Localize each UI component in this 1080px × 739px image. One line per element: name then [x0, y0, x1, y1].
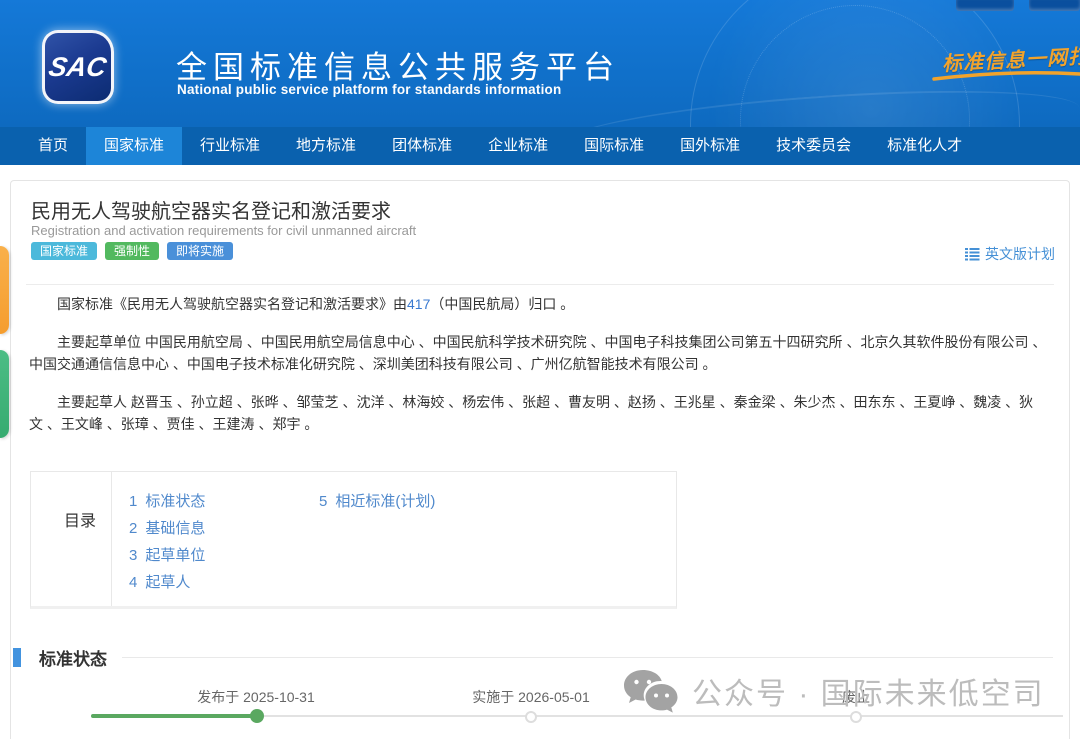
- nav-item-local-standards[interactable]: 地方标准: [278, 127, 374, 165]
- nav-item-enterprise-standards[interactable]: 企业标准: [470, 127, 566, 165]
- toc-item-standard-status[interactable]: 1 标准状态: [129, 488, 319, 515]
- nav-item-national-standards[interactable]: 国家标准: [86, 127, 182, 165]
- paragraph-drafting-units: 主要起草单位 中国民用航空局 、中国民用航空局信息中心 、中国民航科学技术研究院…: [29, 331, 1047, 375]
- floating-widget-orange[interactable]: [0, 246, 9, 334]
- nav-item-home[interactable]: 首页: [20, 127, 86, 165]
- status-section-title: 标准状态: [39, 645, 107, 670]
- nav-item-technical-committee[interactable]: 技术委员会: [758, 127, 869, 165]
- site-title: 全国标准信息公共服务平台: [176, 42, 620, 87]
- paragraph1-prefix: 国家标准《民用无人驾驶航空器实名登记和激活要求》由: [57, 296, 407, 312]
- timeline-point-published: [250, 709, 264, 723]
- nav-item-foreign-standards[interactable]: 国外标准: [662, 127, 758, 165]
- toc-item-drafters[interactable]: 4 起草人: [129, 569, 319, 596]
- timeline-point-abolished: [850, 711, 862, 723]
- tag-upcoming: 即将实施: [167, 242, 233, 260]
- tag-mandatory: 强制性: [105, 242, 159, 260]
- tc-417-link[interactable]: 417: [407, 296, 430, 312]
- tag-row: 国家标准 强制性 即将实施: [31, 242, 233, 260]
- timeline-label-effective: 实施于 2026-05-01: [472, 687, 590, 707]
- paragraph-drafters: 主要起草人 赵晋玉 、孙立超 、张晔 、邹莹芝 、沈洋 、林海姣 、杨宏伟 、张…: [29, 391, 1047, 435]
- toc-column-1: 1 标准状态 2 基础信息 3 起草单位 4 起草人: [129, 488, 319, 606]
- toc-item-number: 4: [129, 574, 137, 591]
- section-header-rule: [122, 657, 1053, 658]
- paragraph1-suffix: （中国民航局）归口 。: [430, 296, 574, 312]
- page-title: 民用无人驾驶航空器实名登记和激活要求: [31, 195, 391, 224]
- toc-item-drafting-units[interactable]: 3 起草单位: [129, 542, 319, 569]
- topbar-button-2[interactable]: [1029, 0, 1080, 11]
- site-header: SAC 全国标准信息公共服务平台 National public service…: [0, 0, 1080, 127]
- nav-item-international-standards[interactable]: 国际标准: [566, 127, 662, 165]
- page-title-english: Registration and activation requirements…: [31, 223, 416, 238]
- timeline-point-effective: [525, 711, 537, 723]
- timeline-progress-line: [91, 714, 257, 718]
- tag-national-standard: 国家标准: [31, 242, 97, 260]
- main-nav: 首页 国家标准 行业标准 地方标准 团体标准 企业标准 国际标准 国外标准 技术…: [0, 127, 1080, 165]
- timeline-label-published: 发布于 2025-10-31: [197, 687, 315, 707]
- status-section-header: 标准状态: [13, 645, 1053, 670]
- toc-item-label: 相近标准(计划): [335, 493, 435, 510]
- nav-item-group-standards[interactable]: 团体标准: [374, 127, 470, 165]
- toc-item-number: 5: [319, 493, 327, 510]
- toc-item-number: 1: [129, 493, 137, 510]
- site-subtitle: National public service platform for sta…: [177, 82, 561, 97]
- section-accent-bar: [13, 648, 21, 667]
- paragraph-centralized-by: 国家标准《民用无人驾驶航空器实名登记和激活要求》由417（中国民航局）归口 。: [29, 293, 1047, 315]
- toc-column-2: 5 相近标准(计划): [319, 488, 435, 606]
- list-icon: [965, 247, 980, 261]
- sac-logo[interactable]: SAC: [42, 30, 114, 104]
- timeline-label-abolished: 废止: [842, 687, 870, 707]
- toc-item-number: 3: [129, 547, 137, 564]
- nav-item-industry-standards[interactable]: 行业标准: [182, 127, 278, 165]
- toc-item-label: 基础信息: [145, 520, 205, 537]
- nav-item-standardization-talent[interactable]: 标准化人才: [869, 127, 980, 165]
- standard-detail-card: 民用无人驾驶航空器实名登记和激活要求 Registration and acti…: [10, 180, 1070, 739]
- toc-label: 目录: [31, 472, 112, 606]
- toc-item-basic-info[interactable]: 2 基础信息: [129, 515, 319, 542]
- toc-item-number: 2: [129, 520, 137, 537]
- sac-logo-text: SAC: [47, 52, 109, 83]
- toc-item-label: 起草单位: [145, 547, 205, 564]
- tagline-underline-swoosh: [932, 66, 1080, 84]
- floating-widget-green[interactable]: [0, 350, 9, 438]
- english-plan-label: 英文版计划: [985, 244, 1055, 264]
- topbar-button-1[interactable]: [956, 0, 1014, 11]
- toc-item-label: 起草人: [145, 574, 190, 591]
- english-plan-link[interactable]: 英文版计划: [965, 244, 1055, 264]
- toc-item-label: 标准状态: [145, 493, 205, 510]
- timeline-remaining-line: [257, 715, 1063, 717]
- title-divider: [26, 284, 1054, 285]
- table-of-contents: 目录 1 标准状态 2 基础信息 3 起草单位 4 起草人 5 相近标准(计划): [30, 471, 677, 609]
- summary-paragraphs: 国家标准《民用无人驾驶航空器实名登记和激活要求》由417（中国民航局）归口 。 …: [29, 293, 1047, 451]
- toc-item-similar-standards[interactable]: 5 相近标准(计划): [319, 488, 435, 515]
